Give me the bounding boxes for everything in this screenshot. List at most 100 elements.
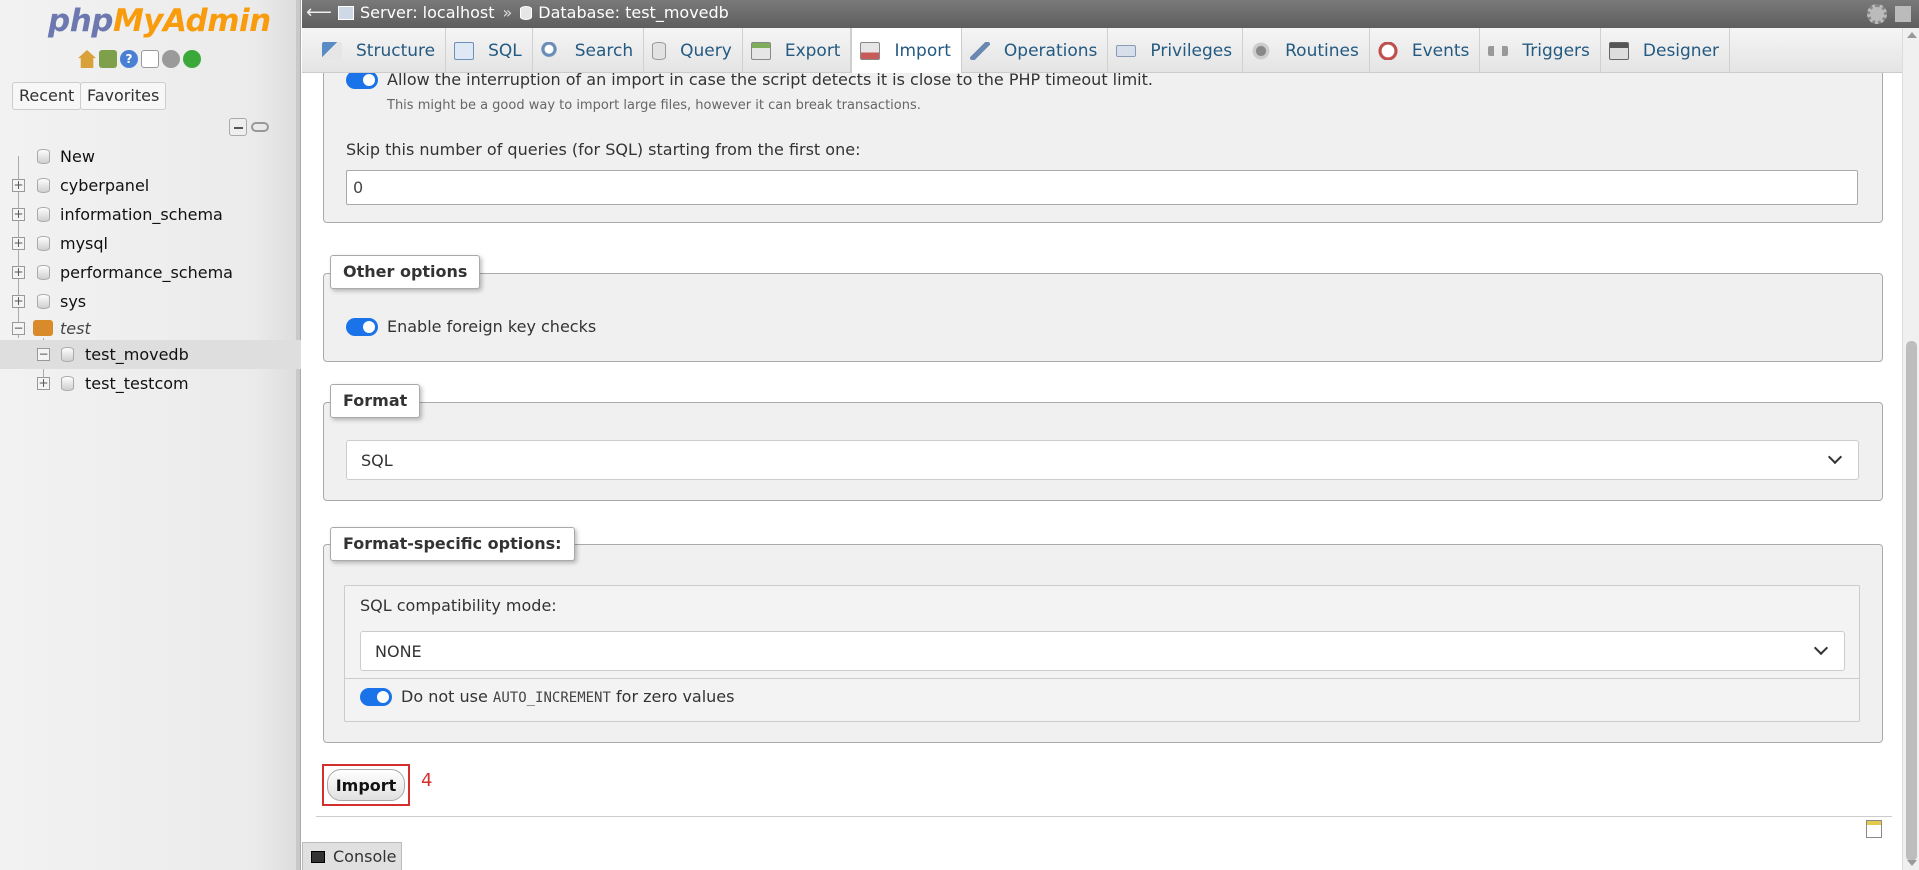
expand-icon[interactable]: + [12, 179, 25, 192]
tab-designer[interactable]: Designer [1601, 28, 1731, 73]
gear-icon[interactable] [1867, 4, 1887, 24]
help-icon[interactable]: ? [120, 50, 138, 68]
chevron-down-icon [1827, 449, 1843, 465]
tree-item-new[interactable]: New [0, 142, 301, 171]
no-auto-increment-label: Do not use AUTO_INCREMENT for zero value… [401, 687, 735, 706]
expand-icon[interactable]: + [37, 377, 50, 390]
operations-icon [969, 41, 990, 60]
database-icon [37, 178, 50, 193]
tree-item-test-movedb[interactable]: − test_movedb [0, 340, 301, 369]
import-button[interactable]: Import [327, 769, 405, 801]
console-toggle[interactable]: Console [302, 842, 402, 870]
database-tree: New + cyberpanel + information_schema + … [0, 142, 301, 398]
tab-search[interactable]: Search [533, 28, 645, 73]
tab-operations[interactable]: Operations [962, 28, 1109, 73]
expand-icon[interactable]: + [12, 208, 25, 221]
compat-mode-selected: NONE [375, 641, 422, 661]
allow-interrupt-toggle[interactable] [346, 73, 378, 89]
skip-queries-input[interactable] [346, 170, 1858, 205]
main-panel: Allow the interruption of an import in c… [302, 73, 1902, 870]
back-arrow-icon[interactable]: ⟵ [306, 2, 332, 23]
tree-item-label: test [60, 318, 91, 338]
navigation-panel: phpMyAdmin ? Recent Favorites New + cybe… [0, 0, 301, 870]
quick-links: ? [78, 50, 201, 68]
recent-button[interactable]: Recent [12, 82, 82, 110]
export-icon [750, 41, 771, 60]
main-tabs: Structure SQL Search Query Export Import… [302, 28, 1919, 74]
partial-import-fieldset: Allow the interruption of an import in c… [323, 73, 1883, 223]
database-icon [61, 376, 74, 391]
sidebar-resizer[interactable] [296, 0, 300, 870]
collapse-icon[interactable]: − [12, 321, 25, 335]
tree-item-test-testcom[interactable]: + test_testcom [0, 369, 301, 398]
breadcrumb-separator: » [502, 3, 513, 22]
new-database-icon [37, 149, 50, 164]
window-icon[interactable] [1895, 6, 1911, 22]
expand-icon[interactable]: + [12, 295, 25, 308]
scroll-up-icon[interactable] [1907, 32, 1917, 38]
auto-increment-code: AUTO_INCREMENT [492, 690, 611, 706]
console-label: Console [333, 847, 397, 866]
routines-icon [1251, 41, 1272, 60]
tree-item-label: performance_schema [60, 263, 233, 282]
scrollbar-thumb[interactable] [1906, 341, 1917, 861]
database-icon [37, 236, 50, 251]
expand-icon[interactable]: + [12, 266, 25, 279]
search-icon [540, 41, 561, 60]
divider [316, 816, 1892, 817]
foreign-key-checks-label: Enable foreign key checks [387, 317, 597, 336]
tree-item-mysql[interactable]: + mysql [0, 229, 301, 258]
tab-sql[interactable]: SQL [446, 28, 533, 73]
tab-routines[interactable]: Routines [1243, 28, 1370, 73]
tab-privileges[interactable]: Privileges [1108, 28, 1244, 73]
settings-icon[interactable] [162, 50, 180, 68]
import-icon [860, 42, 881, 60]
expand-icon[interactable]: + [12, 237, 25, 250]
tree-item-sys[interactable]: + sys [0, 287, 301, 316]
tree-item-label: test_movedb [85, 345, 189, 364]
tab-query[interactable]: Query [644, 28, 743, 73]
tab-import[interactable]: Import [851, 28, 962, 74]
tree-item-test-group[interactable]: − test [0, 316, 301, 340]
database-group-icon [33, 320, 53, 336]
breadcrumb: Server: localhost » Database: test_moved… [338, 3, 729, 22]
foreign-key-checks-toggle[interactable] [346, 318, 378, 336]
step-annotation: 4 [421, 770, 433, 791]
reload-icon[interactable] [183, 50, 201, 68]
format-selected: SQL [361, 450, 393, 470]
collapse-all-icon[interactable] [229, 118, 247, 136]
home-icon[interactable] [78, 50, 96, 68]
sql-options-box: SQL compatibility mode: NONE Do not use … [344, 585, 1860, 722]
compat-mode-label: SQL compatibility mode: [360, 596, 557, 615]
tree-item-information-schema[interactable]: + information_schema [0, 200, 301, 229]
tab-triggers[interactable]: Triggers [1480, 28, 1601, 73]
no-auto-increment-toggle[interactable] [360, 688, 392, 706]
logout-icon[interactable] [99, 50, 117, 68]
format-select[interactable]: SQL [346, 440, 1859, 480]
phpmyadmin-logo[interactable]: phpMyAdmin [48, 2, 271, 40]
database-icon [61, 347, 74, 362]
breadcrumb-server[interactable]: Server: localhost [360, 3, 494, 22]
collapse-icon[interactable]: − [37, 348, 50, 361]
breadcrumb-database[interactable]: Database: test_movedb [538, 3, 729, 22]
tree-item-label: sys [60, 292, 87, 311]
divider [345, 678, 1859, 679]
documentation-icon[interactable] [141, 50, 159, 68]
link-with-main-panel-icon[interactable] [251, 122, 269, 132]
main-scrollbar[interactable] [1902, 28, 1919, 870]
tab-structure[interactable]: Structure [314, 28, 447, 73]
page-settings-icon[interactable] [1866, 820, 1882, 838]
tab-export[interactable]: Export [743, 28, 852, 73]
scroll-down-icon[interactable] [1907, 860, 1917, 866]
tree-item-performance-schema[interactable]: + performance_schema [0, 258, 301, 287]
events-icon [1377, 41, 1398, 60]
console-icon [311, 850, 325, 863]
database-icon [37, 294, 50, 309]
compat-mode-select[interactable]: NONE [360, 631, 1845, 671]
tab-events[interactable]: Events [1370, 28, 1481, 73]
favorites-button[interactable]: Favorites [80, 82, 167, 110]
format-legend: Format [330, 384, 421, 418]
designer-icon [1608, 41, 1629, 60]
format-specific-fieldset: SQL compatibility mode: NONE Do not use … [323, 544, 1883, 743]
tree-item-cyberpanel[interactable]: + cyberpanel [0, 171, 301, 200]
